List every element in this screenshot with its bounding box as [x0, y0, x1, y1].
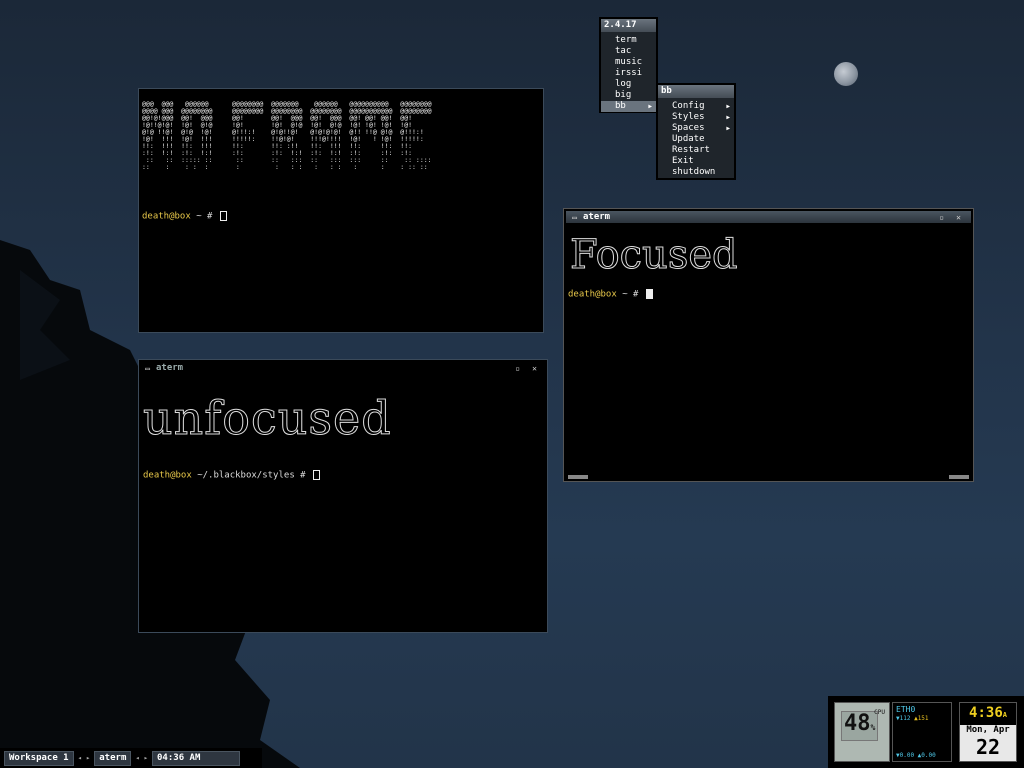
menu-item-log[interactable]: log	[601, 79, 656, 90]
root-menu-title: 2.4.17	[601, 19, 656, 32]
window-label[interactable]: aterm	[94, 750, 132, 766]
menu-item-styles[interactable]: Styles ▶	[658, 112, 734, 123]
terminal-prompt: death@box ~ #	[568, 289, 653, 300]
menu-item-exit[interactable]: Exit	[658, 156, 734, 167]
cpu-percent: 48%	[841, 711, 879, 741]
submenu-arrow-icon: ▶	[726, 103, 730, 110]
iconify-icon[interactable]: ▭	[570, 213, 579, 222]
calendar-clock: 4:36A Mon, Apr 22	[959, 702, 1017, 762]
maximize-icon[interactable]: ▫	[513, 364, 522, 373]
submenu-arrow-icon: ▶	[648, 103, 652, 110]
window-title: aterm	[583, 212, 611, 222]
terminal-nomore[interactable]: @@@ @@@ @@@@@@ @@@@@@@@ @@@@@@@ @@@@@@ @…	[138, 88, 544, 333]
net-rates: ▼0.00 ▲0.00	[896, 752, 936, 759]
text-cursor	[219, 211, 227, 221]
menu-item-irssi[interactable]: irssi	[601, 68, 656, 79]
dock-clock-time: 4:36A	[960, 704, 1016, 722]
menu-item-restart[interactable]: Restart	[658, 145, 734, 156]
iconify-icon[interactable]: ▭	[143, 364, 152, 373]
terminal-prompt: death@box ~ #	[142, 211, 227, 222]
menu-item-spaces[interactable]: Spaces ▶	[658, 123, 734, 134]
titlebar-focused[interactable]: ▭ aterm ▫ ✕	[566, 211, 971, 223]
net-values: ▼112 ▲151	[896, 715, 929, 722]
close-icon[interactable]: ✕	[954, 213, 963, 222]
menu-item-tac[interactable]: tac	[601, 46, 656, 57]
big-word-unfocused: unfocused	[143, 391, 392, 446]
resize-grip-left[interactable]	[568, 475, 588, 479]
bb-submenu[interactable]: bb Config ▶ Styles ▶ Spaces ▶ Update Restar…	[656, 83, 736, 180]
cpu-label: CPU	[874, 709, 885, 716]
big-word-focused: Focused	[570, 232, 739, 279]
toolbar-clock: 04:36 AM	[152, 750, 241, 766]
menu-item-shutdown[interactable]: shutdown	[658, 167, 734, 178]
bb-submenu-title: bb	[658, 85, 734, 98]
terminal-prompt: death@box ~/.blackbox/styles #	[143, 470, 320, 481]
menu-item-update[interactable]: Update	[658, 134, 734, 145]
cpu-monitor: 48% CPU	[834, 702, 890, 762]
blackbox-toolbar: Workspace 1 ◂ ▸ aterm ◂ ▸ 04:36 AM	[0, 748, 262, 768]
dockapp-area: 48% CPU ETH0 ▼112 ▲151 ▼0.00 ▲0.00 4:36A…	[828, 696, 1024, 768]
maximize-icon[interactable]: ▫	[937, 213, 946, 222]
submenu-arrow-icon: ▶	[726, 114, 730, 121]
text-cursor	[313, 470, 320, 480]
window-title: aterm	[156, 363, 184, 373]
menu-item-bb[interactable]: bb ▶	[601, 101, 656, 112]
text-cursor	[645, 289, 653, 299]
menu-item-config[interactable]: Config ▶	[658, 101, 734, 112]
root-menu[interactable]: 2.4.17 term tac music irssi log big bb ▶	[599, 17, 658, 113]
terminal-focused[interactable]: ▭ aterm ▫ ✕ Focused death@box ~ #	[563, 208, 974, 482]
net-interface: ETH0	[896, 705, 916, 714]
titlebar-unfocused[interactable]: ▭ aterm ▫ ✕	[139, 362, 547, 374]
window-arrows-icon[interactable]: ◂ ▸	[135, 754, 148, 762]
workspace-label[interactable]: Workspace 1	[4, 750, 74, 766]
menu-item-music[interactable]: music	[601, 57, 656, 68]
ascii-banner: @@@ @@@ @@@@@@ @@@@@@@@ @@@@@@@ @@@@@@ @…	[142, 100, 432, 171]
dock-date: Mon, Apr 22	[960, 725, 1016, 761]
close-icon[interactable]: ✕	[530, 364, 539, 373]
network-monitor: ETH0 ▼112 ▲151 ▼0.00 ▲0.00	[892, 702, 952, 762]
resize-grip-right[interactable]	[949, 475, 969, 479]
menu-item-term[interactable]: term	[601, 35, 656, 46]
submenu-arrow-icon: ▶	[726, 125, 730, 132]
terminal-unfocused[interactable]: ▭ aterm ▫ ✕ unfocused death@box ~/.black…	[138, 359, 548, 633]
moon	[834, 62, 858, 86]
workspace-arrows-icon[interactable]: ◂ ▸	[78, 754, 91, 762]
menu-item-big[interactable]: big	[601, 90, 656, 101]
